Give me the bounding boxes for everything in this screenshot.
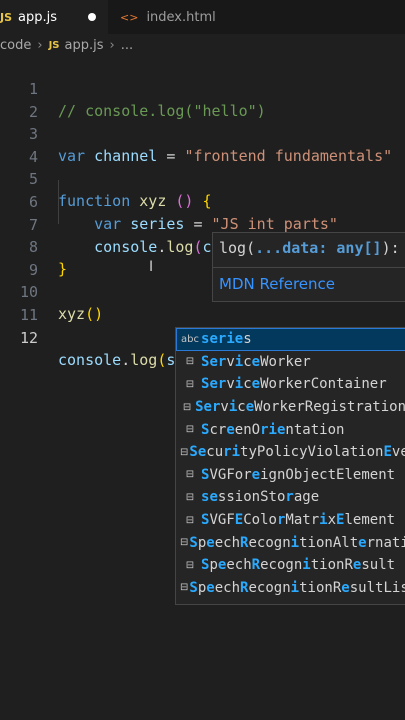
tab-bar: JS app.js <> index.html: [0, 0, 405, 34]
suggestion-item[interactable]: ⊟ServiceWorkerRegistration: [176, 396, 405, 419]
symbol-variable-icon: ⊟: [180, 582, 189, 594]
tab-label: app.js: [18, 9, 58, 25]
divider: [213, 267, 405, 268]
breadcrumb-folder[interactable]: code: [0, 38, 31, 53]
chevron-right-icon: ›: [37, 37, 43, 53]
suggestion-item[interactable]: ⊟ sessionStorage: [176, 486, 405, 509]
tab-index-html[interactable]: <> index.html: [108, 0, 228, 34]
tab-app-js[interactable]: JS app.js: [0, 0, 108, 34]
code-line: 6 var series = "JS int parts": [0, 169, 405, 233]
symbol-variable-icon: ⊟: [185, 356, 195, 368]
object-name: console: [58, 351, 122, 369]
signature-paren: ):: [381, 239, 400, 257]
symbol-variable-icon: ⊟: [185, 469, 195, 481]
chevron-right-icon: ›: [109, 37, 115, 53]
code-line: 3 var channel = "frontend fundamentals": [0, 101, 405, 165]
breadcrumb-file[interactable]: app.js: [65, 38, 104, 53]
suggestion-label: SecurityPolicyViolationEvent: [189, 444, 405, 461]
suggestion-item[interactable]: ⊟ ServiceWorkerContainer: [176, 373, 405, 396]
suggestion-item[interactable]: ⊟ SpeechRecognitionResult: [176, 554, 405, 577]
code-line: 7 console.log(channel): [0, 192, 405, 256]
symbol-variable-icon: ⊟: [185, 424, 195, 436]
suggestion-label: series: [201, 331, 252, 348]
line-number: 12: [19, 329, 38, 347]
method-name: log: [130, 351, 158, 369]
suggestion-label: SpeechRecognitionResultList: [189, 579, 405, 596]
signature-function: log: [219, 239, 247, 257]
dot: .: [121, 351, 131, 369]
suggestion-label: SpeechRecognitionResult: [201, 557, 396, 574]
code-line: 2: [0, 79, 405, 121]
suggestion-label: SpeechRecognitionAlternative: [189, 534, 405, 551]
symbol-variable-icon: ⊟: [180, 446, 189, 458]
autocomplete-list[interactable]: abc series ⊟ ServiceWorker ⊟ ServiceWorkerCon…: [175, 327, 405, 605]
suggestion-item[interactable]: ⊟SpeechRecognitionResultList: [176, 577, 405, 600]
symbol-variable-icon: ⊟: [185, 491, 195, 503]
suggestion-label: SVGForeignObjectElement: [201, 466, 396, 483]
suggestion-label: ServiceWorker: [201, 353, 311, 370]
active-parameter: ...data: any[]: [255, 239, 382, 257]
suggestion-item[interactable]: abc series: [176, 328, 405, 351]
suggestion-label: ServiceWorkerContainer: [201, 376, 387, 393]
parameter-hint-popup: log(...data: any[]): MDN Reference: [212, 232, 405, 302]
signature-paren: (: [246, 239, 256, 257]
suggestion-item[interactable]: ⊟ ScreenOrientation: [176, 418, 405, 441]
javascript-file-icon: JS: [48, 39, 60, 51]
symbol-variable-icon: ⊟: [182, 401, 192, 413]
suggestion-label: ScreenOrientation: [201, 421, 345, 438]
unsaved-dot-icon[interactable]: [88, 13, 96, 21]
suggestion-item[interactable]: ⊟ SVGForeignObjectElement: [176, 464, 405, 487]
symbol-variable-icon: ⊟: [185, 559, 195, 571]
code-line: 1 // console.log("hello"): [0, 56, 405, 120]
suggestion-item[interactable]: ⊟ ServiceWorker: [176, 351, 405, 374]
javascript-file-icon: JS: [0, 10, 13, 24]
text-word-icon: abc: [181, 333, 199, 345]
mdn-reference-link[interactable]: MDN Reference: [219, 275, 335, 293]
symbol-variable-icon: ⊟: [180, 537, 189, 549]
tab-label: index.html: [146, 9, 216, 25]
suggestion-item[interactable]: ⊟ SVGFEColorMatrixElement: [176, 509, 405, 532]
suggestion-item[interactable]: ⊟SpeechRecognitionAlternative: [176, 531, 405, 554]
symbol-variable-icon: ⊟: [185, 378, 195, 390]
html-file-icon: <>: [120, 10, 139, 24]
mouse-cursor-icon: I: [149, 259, 154, 275]
suggestion-label: sessionStorage: [201, 489, 320, 506]
signature: log(...data: any[]):: [219, 239, 400, 257]
breadcrumb: code › JS app.js › ...: [0, 34, 405, 56]
code-line: 5 function xyz () {: [0, 146, 405, 210]
suggestion-label: SVGFEColorMatrixElement: [201, 512, 396, 529]
code-line: 4: [0, 124, 405, 166]
breadcrumb-symbols[interactable]: ...: [121, 38, 133, 53]
symbol-variable-icon: ⊟: [185, 514, 195, 526]
suggestion-item[interactable]: ⊟SecurityPolicyViolationEvent: [176, 441, 405, 464]
code-line-current: 12 console.log(serie): [0, 305, 405, 369]
suggestion-label: ServiceWorkerRegistration: [195, 399, 405, 416]
